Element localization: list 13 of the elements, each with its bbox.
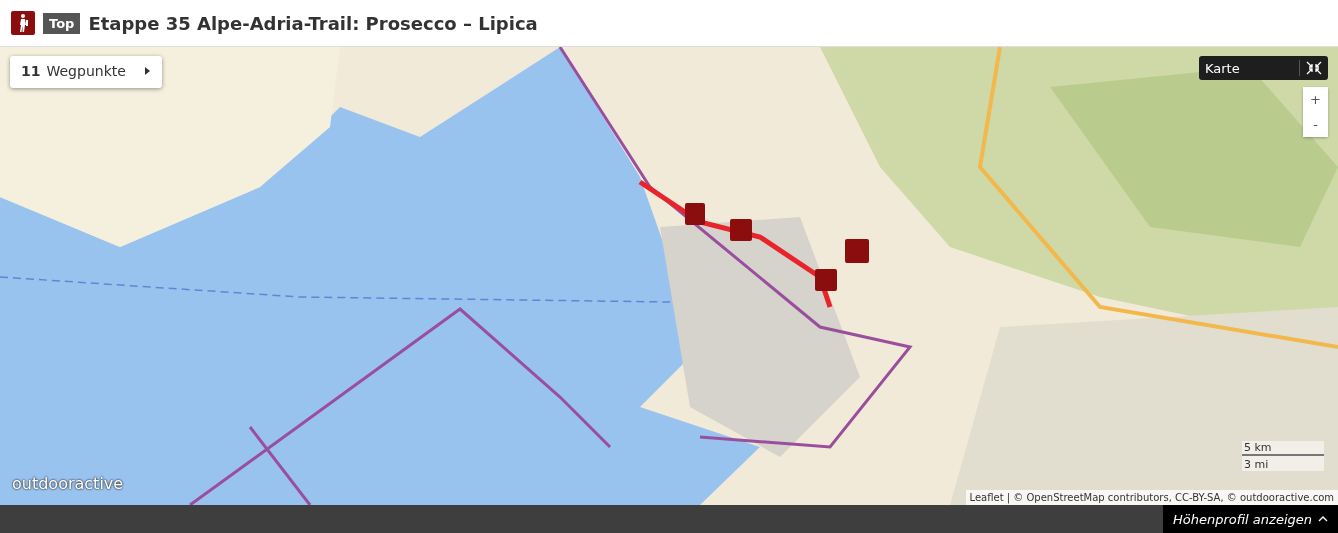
caret-icon — [1318, 516, 1328, 522]
elevation-profile-button[interactable]: Höhenprofil anzeigen — [1162, 505, 1338, 533]
caret-icon — [145, 67, 150, 75]
hiker-icon — [11, 11, 35, 35]
top-badge: Top — [43, 12, 81, 34]
waypoints-button[interactable]: 11 Wegpunkte — [10, 56, 162, 88]
scale-bar: 5 km — [1242, 441, 1324, 456]
map-attribution: Leaflet | © OpenStreetMap contributors, CC-BY-SA, © outdooractive.com — [965, 490, 1338, 505]
zoom-out-button[interactable]: - — [1303, 112, 1328, 137]
zoom-in-button[interactable]: + — [1303, 87, 1328, 112]
brand-logo: outdooractive — [12, 474, 124, 493]
page-title: Etappe 35 Alpe-Adria-Trail: Prosecco – Lipica — [88, 12, 538, 34]
scale-bar: 3 mi — [1242, 456, 1324, 471]
